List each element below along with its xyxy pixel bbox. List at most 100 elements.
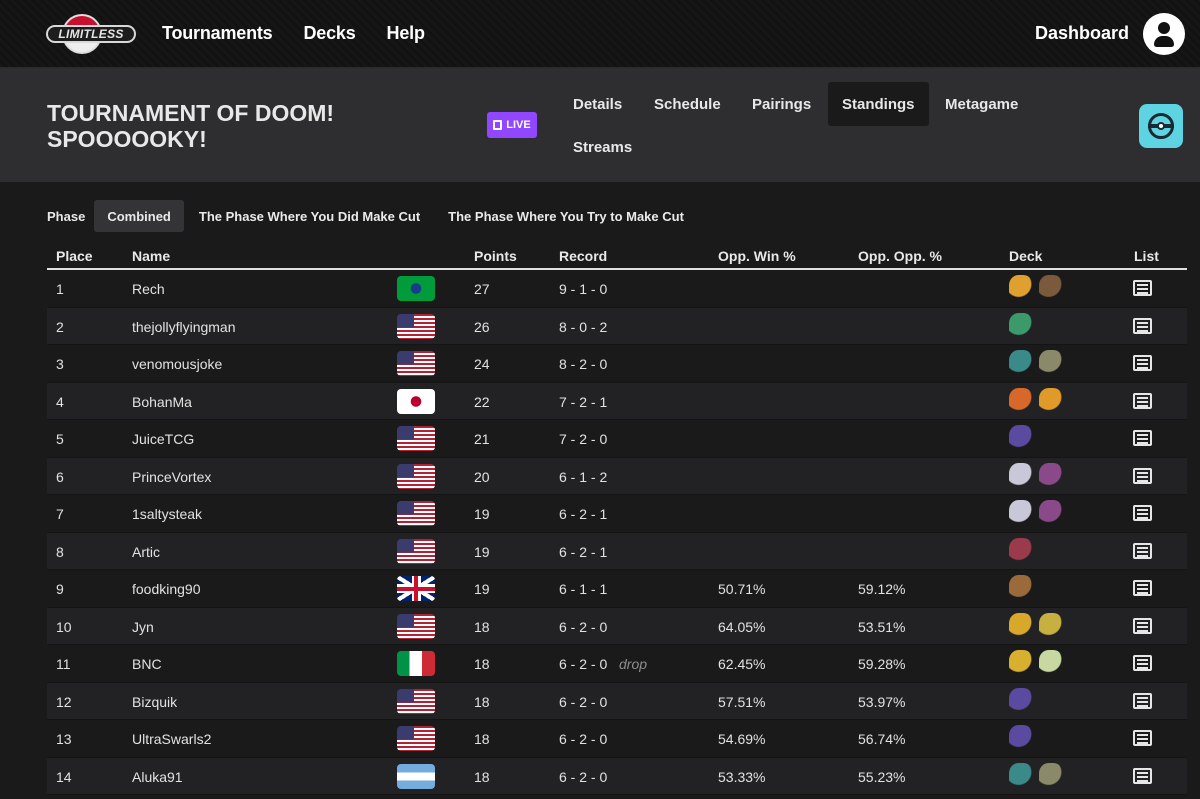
player-name-link[interactable]: BohanMa [132, 394, 192, 410]
player-name-link[interactable]: UltraSwarls2 [132, 731, 211, 747]
record-cell: 8 - 2 - 0 [559, 356, 608, 372]
pokemon-sprite-icon [1009, 500, 1033, 526]
place-cell: 13 [56, 731, 72, 747]
live-badge[interactable]: LIVE [487, 112, 537, 138]
decklist-icon[interactable] [1133, 467, 1152, 484]
nav-dashboard[interactable]: Dashboard [1035, 23, 1129, 44]
decklist-icon[interactable] [1133, 767, 1152, 784]
opp-opp-cell: 59.12% [858, 581, 906, 597]
tab-streams[interactable]: Streams [559, 125, 646, 169]
tab-details[interactable]: Details [559, 82, 636, 126]
usa-flag-icon [397, 463, 435, 489]
deck-icons[interactable] [1009, 687, 1033, 714]
brazil-flag-icon [397, 276, 435, 301]
header-place[interactable]: Place [56, 248, 93, 264]
points-cell: 18 [474, 731, 490, 747]
place-cell: 5 [56, 431, 64, 447]
tab-standings[interactable]: Standings [828, 82, 929, 126]
phase-option-combined[interactable]: Combined [94, 200, 184, 232]
opp-win-cell: 50.71% [718, 581, 766, 597]
logo-text: Limitless [46, 24, 136, 43]
deck-icons[interactable] [1009, 650, 1063, 676]
points-cell: 19 [474, 506, 490, 522]
tab-pairings[interactable]: Pairings [738, 82, 825, 126]
deck-icons[interactable] [1009, 350, 1063, 376]
nav-help[interactable]: Help [387, 23, 425, 44]
decklist-icon[interactable] [1133, 280, 1152, 296]
decklist-icon[interactable] [1133, 392, 1152, 409]
table-row: 13 UltraSwarls2 18 6 - 2 - 0 54.69% 56.74% [47, 720, 1187, 758]
player-name-link[interactable]: JuiceTCG [132, 431, 194, 447]
pokemon-sprite-icon [1009, 312, 1033, 339]
player-name-link[interactable]: Rech [132, 281, 165, 297]
deck-icons[interactable] [1009, 500, 1063, 526]
header-points[interactable]: Points [474, 248, 517, 264]
deck-icons[interactable] [1009, 312, 1033, 339]
player-name-link[interactable]: Bizquik [132, 694, 177, 710]
header-name[interactable]: Name [132, 248, 170, 264]
deck-icons[interactable] [1009, 425, 1033, 451]
nav-decks[interactable]: Decks [303, 23, 355, 44]
decklist-icon[interactable] [1133, 505, 1152, 521]
player-name-link[interactable]: Jyn [132, 619, 154, 635]
pokemon-sprite-icon [1039, 462, 1063, 489]
phase-option-try-make-cut[interactable]: The Phase Where You Try to Make Cut [435, 200, 697, 232]
deck-icons[interactable] [1009, 462, 1063, 489]
decklist-icon[interactable] [1133, 430, 1152, 446]
points-cell: 20 [474, 468, 490, 485]
record-cell: 7 - 2 - 1 [559, 393, 608, 410]
table-row: 11 BNC 18 6 - 2 - 0 drop 62.45% 59.28% [47, 645, 1187, 683]
game-pokeball-icon [1139, 104, 1183, 148]
deck-icons[interactable] [1009, 612, 1063, 639]
table-row: 9 foodking90 19 6 - 1 - 1 50.71% 59.12% [47, 570, 1187, 608]
header-record[interactable]: Record [559, 248, 607, 264]
pokemon-sprite-icon [1009, 575, 1033, 601]
player-name-link[interactable]: foodking90 [132, 581, 201, 597]
deck-icons[interactable] [1009, 575, 1033, 601]
decklist-icon[interactable] [1133, 355, 1152, 371]
points-cell: 21 [474, 431, 490, 447]
player-name-link[interactable]: 1saltysteak [132, 506, 202, 522]
deck-icons[interactable] [1009, 275, 1063, 301]
player-name-link[interactable]: venomousjoke [132, 356, 222, 372]
place-cell: 7 [56, 506, 64, 522]
header-opp-opp[interactable]: Opp. Opp. % [858, 248, 942, 264]
phase-label: Phase [47, 208, 86, 224]
decklist-icon[interactable] [1133, 317, 1152, 334]
header-opp-win[interactable]: Opp. Win % [718, 248, 796, 264]
tab-metagame[interactable]: Metagame [931, 82, 1032, 126]
user-avatar-icon[interactable] [1143, 12, 1185, 55]
limitless-logo[interactable]: Limitless [46, 12, 136, 56]
pokemon-sprite-icon [1009, 650, 1033, 676]
opp-opp-cell: 53.97% [858, 693, 906, 710]
decklist-icon[interactable] [1133, 655, 1152, 671]
deck-icons[interactable] [1009, 725, 1033, 751]
decklist-icon[interactable] [1133, 730, 1152, 746]
japan-flag-icon [397, 388, 435, 414]
place-cell: 14 [56, 768, 72, 785]
decklist-icon[interactable] [1133, 617, 1152, 634]
deck-icons[interactable] [1009, 537, 1033, 564]
header-deck[interactable]: Deck [1009, 248, 1042, 264]
player-name-link[interactable]: Artic [132, 544, 160, 560]
deck-icons[interactable] [1009, 762, 1063, 789]
points-cell: 18 [474, 618, 490, 635]
uk-flag-icon [397, 576, 435, 601]
table-row: 10 Jyn 18 6 - 2 - 0 64.05% 53.51% [47, 607, 1187, 645]
nav-tournaments[interactable]: Tournaments [162, 23, 273, 44]
player-name-link[interactable]: PrinceVortex [132, 469, 211, 485]
pokemon-sprite-icon [1039, 650, 1063, 676]
deck-icons[interactable] [1009, 387, 1063, 414]
player-name-link[interactable]: BNC [132, 656, 162, 672]
player-name-link[interactable]: thejollyflyingman [132, 319, 236, 335]
points-cell: 19 [474, 581, 490, 597]
player-name-link[interactable]: Aluka91 [132, 769, 183, 785]
usa-flag-icon [397, 426, 435, 451]
tab-schedule[interactable]: Schedule [640, 82, 735, 126]
decklist-icon[interactable] [1133, 692, 1152, 709]
place-cell: 9 [56, 581, 64, 597]
phase-option-made-cut[interactable]: The Phase Where You Did Make Cut [186, 200, 433, 232]
decklist-icon[interactable] [1133, 542, 1152, 559]
pokemon-sprite-icon [1039, 275, 1063, 301]
decklist-icon[interactable] [1133, 580, 1152, 596]
